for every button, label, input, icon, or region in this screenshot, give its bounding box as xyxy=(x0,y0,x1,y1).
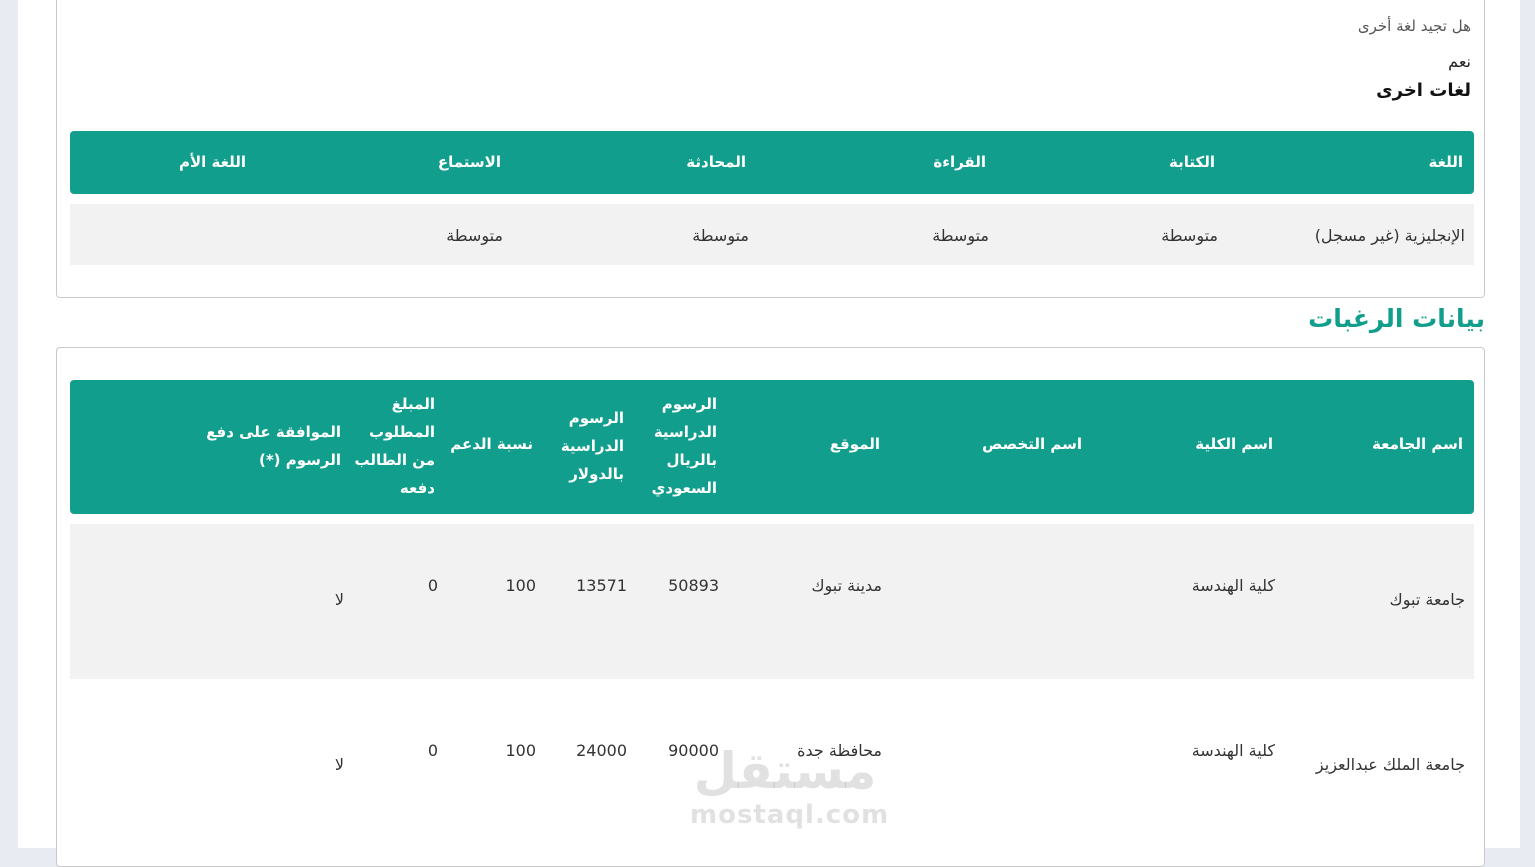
other-language-question-label: هل تجيد لغة أخرى xyxy=(1357,17,1471,35)
cell-listening: متوسطة xyxy=(446,226,503,245)
other-language-answer: نعم xyxy=(1448,52,1471,71)
cell-fees-usd: 13571 xyxy=(576,576,627,595)
table-row: الإنجليزية (غير مسجل) متوسطة متوسطة متوس… xyxy=(70,204,1474,265)
table-row: جامعة الملك عبدالعزيز كلية الهندسة محافظ… xyxy=(70,689,1474,849)
cell-university: جامعة تبوك xyxy=(1389,590,1465,609)
cell-college: كلية الهندسة xyxy=(1191,741,1275,760)
preferences-card: اسم الجامعة اسم الكلية اسم التخصص الموقع… xyxy=(56,347,1485,867)
cell-speaking: متوسطة xyxy=(692,226,749,245)
col-amount-line: المطلوب xyxy=(368,423,435,441)
cell-fees-sar: 90000 xyxy=(668,741,719,760)
cell-fees-sar: 50893 xyxy=(668,576,719,595)
col-fees-sar-line: السعودي xyxy=(651,479,717,497)
cell-writing: متوسطة xyxy=(1161,226,1218,245)
col-location: الموقع xyxy=(829,435,880,453)
languages-table-header: اللغة الكتابة القراءة المحادثة الاستماع … xyxy=(70,131,1474,194)
col-agree-line: الرسوم (*) xyxy=(258,451,341,469)
cell-fees-usd: 24000 xyxy=(576,741,627,760)
cell-university: جامعة الملك عبدالعزيز xyxy=(1315,755,1465,774)
cell-agree: لا xyxy=(334,590,344,609)
col-native: اللغة الأم xyxy=(179,153,246,171)
col-fees-usd-line: الرسوم xyxy=(568,409,624,427)
cell-amount: 0 xyxy=(427,741,438,760)
preferences-table-header: اسم الجامعة اسم الكلية اسم التخصص الموقع… xyxy=(70,380,1474,514)
col-amount: المبلغ المطلوب من الطالب دفعه xyxy=(354,390,435,502)
col-fees-sar-line: الدراسية xyxy=(653,423,717,441)
cell-amount: 0 xyxy=(427,576,438,595)
col-fees-sar-line: بالريال xyxy=(666,451,717,469)
col-major: اسم التخصص xyxy=(982,435,1082,453)
col-listening: الاستماع xyxy=(437,153,501,171)
col-reading: القراءة xyxy=(933,153,986,171)
cell-language: الإنجليزية (غير مسجل) xyxy=(1314,226,1465,245)
col-fees-sar: الرسوم الدراسية بالريال السعودي xyxy=(652,390,717,502)
cell-agree: لا xyxy=(334,755,344,774)
cell-location: محافظة جدة xyxy=(797,741,882,760)
col-amount-line: دفعه xyxy=(399,479,435,497)
col-fees-usd-line: الدراسية xyxy=(560,437,624,455)
col-language: اللغة xyxy=(1428,153,1463,171)
col-amount-line: المبلغ xyxy=(391,395,435,413)
col-university: اسم الجامعة xyxy=(1372,435,1463,453)
preferences-title: بيانات الرغبات xyxy=(1308,304,1485,333)
page: هل تجيد لغة أخرى نعم لغات اخرى اللغة الك… xyxy=(18,0,1520,867)
languages-card: هل تجيد لغة أخرى نعم لغات اخرى اللغة الك… xyxy=(56,0,1485,298)
other-languages-title: لغات اخرى xyxy=(1376,80,1471,101)
cell-support: 100 xyxy=(505,741,536,760)
table-row: جامعة تبوك كلية الهندسة مدينة تبوك 50893… xyxy=(70,524,1474,679)
col-fees-usd-line: بالدولار xyxy=(569,465,624,483)
col-speaking: المحادثة xyxy=(686,153,746,171)
col-fees-usd: الرسوم الدراسية بالدولار xyxy=(561,404,624,488)
cell-college: كلية الهندسة xyxy=(1191,576,1275,595)
cell-support: 100 xyxy=(505,576,536,595)
col-college: اسم الكلية xyxy=(1195,435,1273,453)
cell-location: مدينة تبوك xyxy=(811,576,882,595)
col-amount-line: من الطالب xyxy=(354,451,435,469)
col-agree: الموافقة على دفع الرسوم (*) xyxy=(206,418,341,474)
col-agree-line: الموافقة على دفع xyxy=(206,423,341,441)
cell-reading: متوسطة xyxy=(932,226,989,245)
col-fees-sar-line: الرسوم xyxy=(661,395,717,413)
col-support: نسبة الدعم xyxy=(450,435,533,453)
col-writing: الكتابة xyxy=(1169,153,1215,171)
